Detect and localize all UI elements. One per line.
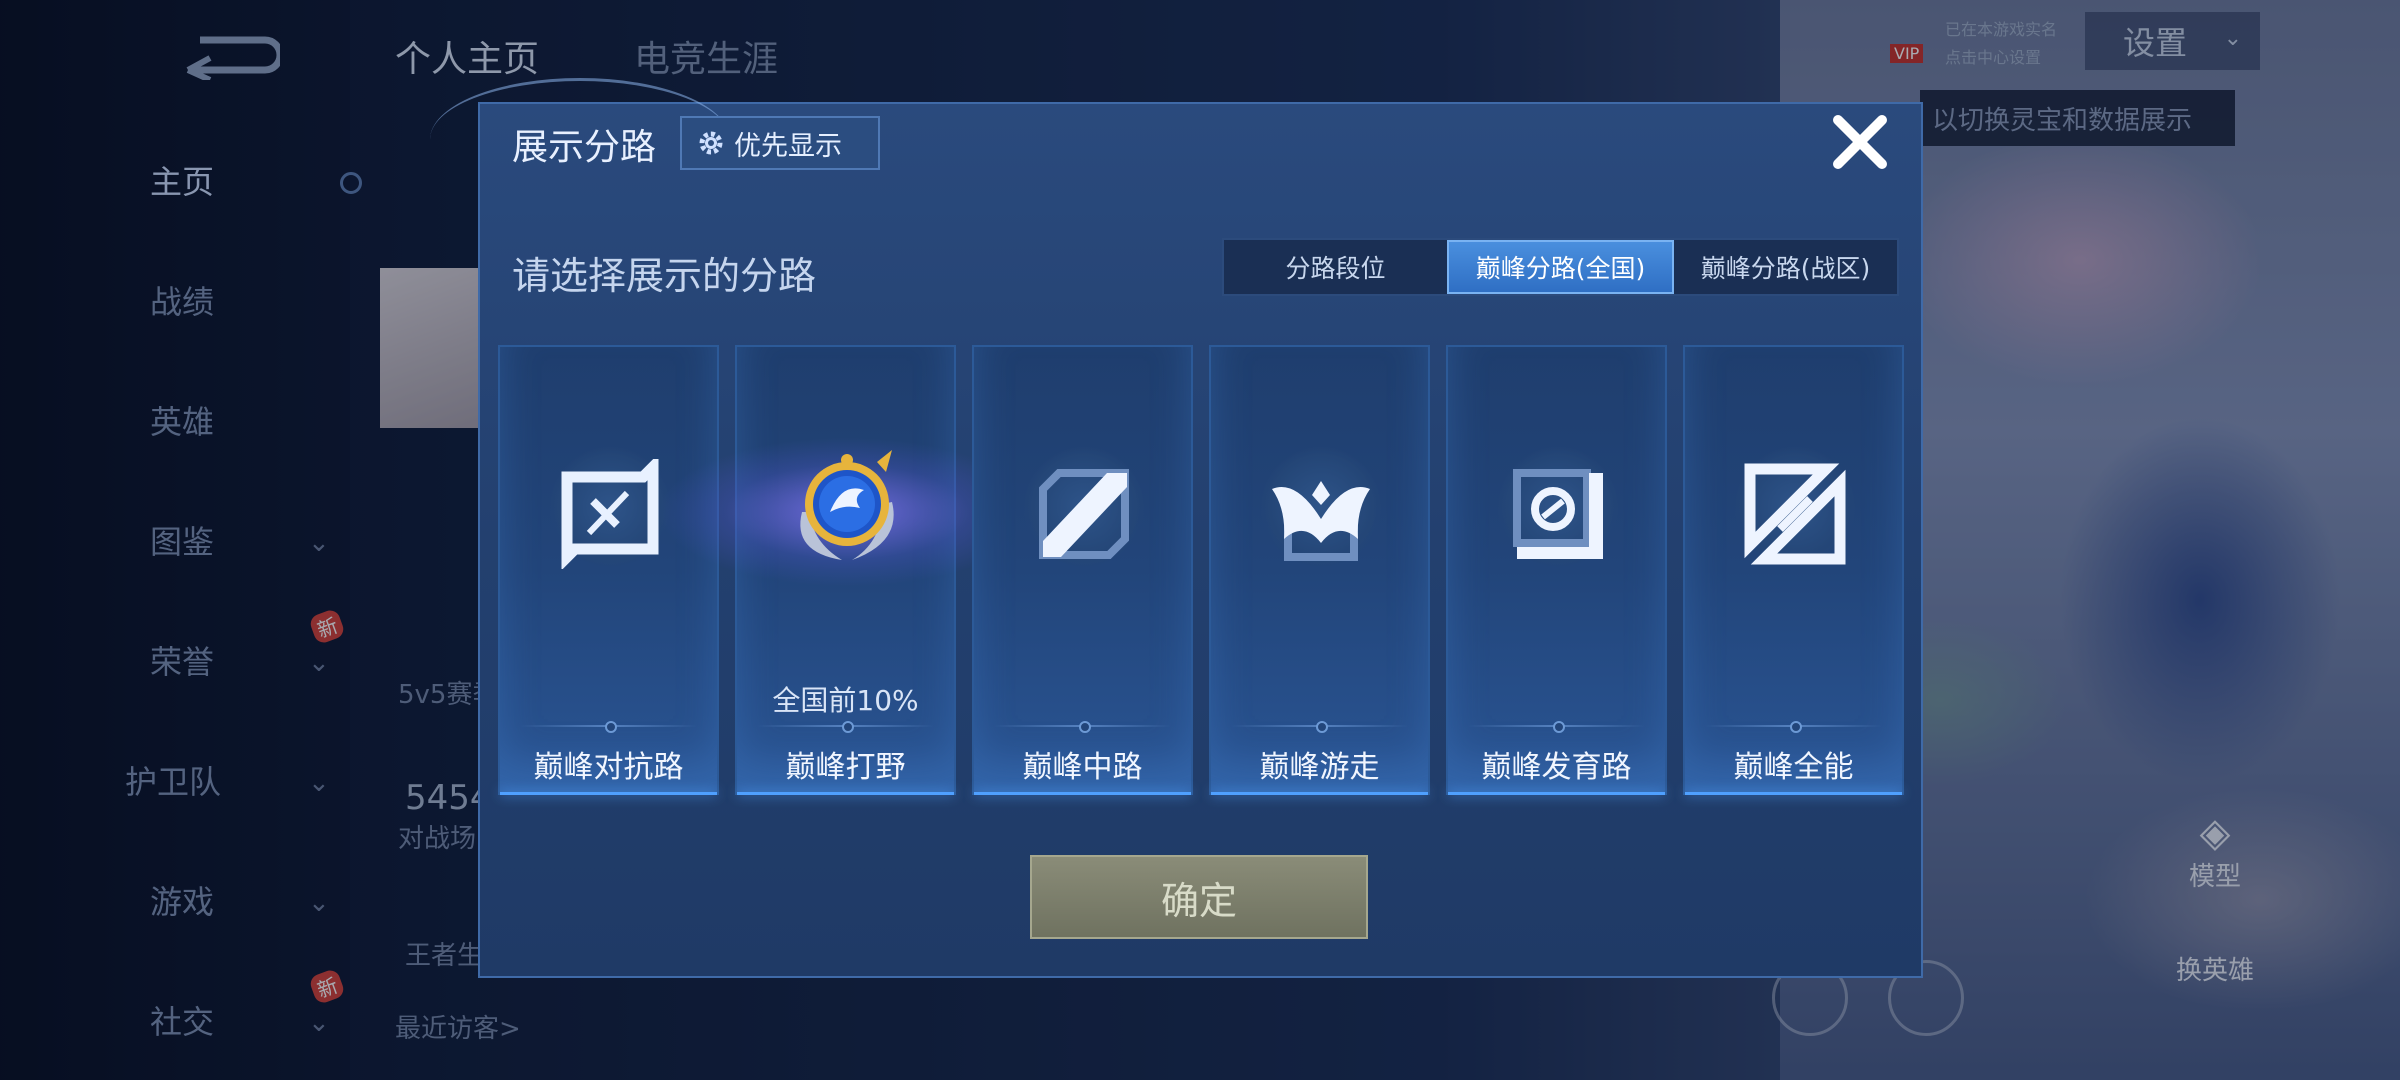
roam-wings-icon: [1272, 481, 1370, 561]
lane-card-label: 巅峰发育路: [1481, 750, 1632, 785]
priority-label: 优先显示: [734, 130, 842, 162]
lane-card-roam[interactable]: 巅峰游走: [1209, 345, 1430, 795]
farm-lane-icon: [1513, 469, 1603, 559]
segment-peak-national[interactable]: 巅峰分路(全国): [1447, 240, 1674, 294]
card-divider: [757, 721, 934, 733]
lane-card-farm[interactable]: 巅峰发育路: [1446, 345, 1667, 795]
card-divider: [1468, 721, 1645, 733]
card-divider: [1231, 721, 1408, 733]
card-divider: [520, 721, 697, 733]
lane-card-label: 巅峰全能: [1733, 750, 1854, 785]
confirm-button[interactable]: 确定: [1030, 855, 1368, 939]
segment-peak-region[interactable]: 巅峰分路(战区): [1674, 240, 1897, 294]
lane-card-mid[interactable]: 巅峰中路: [972, 345, 1193, 795]
card-divider: [994, 721, 1171, 733]
lane-source-segmented-control: 分路段位 巅峰分路(全国) 巅峰分路(战区): [1222, 238, 1899, 296]
all-round-icon: [1744, 463, 1846, 565]
jungle-dragon-badge-icon: [800, 450, 894, 560]
gear-icon: [699, 131, 723, 155]
priority-display-button[interactable]: 优先显示: [680, 116, 880, 170]
lane-card-list: 巅峰对抗路 全国前10% 巅峰打野 巅峰中路 巅峰游走 巅峰发育路 巅峰全能: [498, 345, 1904, 795]
confirm-label: 确定: [1160, 878, 1237, 923]
card-divider: [1705, 721, 1882, 733]
lane-card-label: 巅峰打野: [785, 750, 906, 785]
lane-card-label: 巅峰游走: [1259, 750, 1380, 785]
dialog-title: 展示分路: [512, 127, 657, 168]
close-icon[interactable]: [1828, 110, 1892, 174]
dialog-subtitle: 请选择展示的分路: [512, 254, 817, 298]
lane-card-label: 巅峰中路: [1022, 750, 1143, 785]
rank-percent-label: 全国前10%: [772, 684, 919, 717]
clash-lane-icon: [561, 459, 659, 569]
lane-card-jungle[interactable]: 全国前10% 巅峰打野: [657, 345, 1037, 795]
mid-lane-icon: [1039, 469, 1129, 559]
segment-lane-rank[interactable]: 分路段位: [1224, 240, 1447, 294]
lane-card-all-round[interactable]: 巅峰全能: [1683, 345, 1904, 795]
lane-card-label: 巅峰对抗路: [533, 750, 684, 785]
